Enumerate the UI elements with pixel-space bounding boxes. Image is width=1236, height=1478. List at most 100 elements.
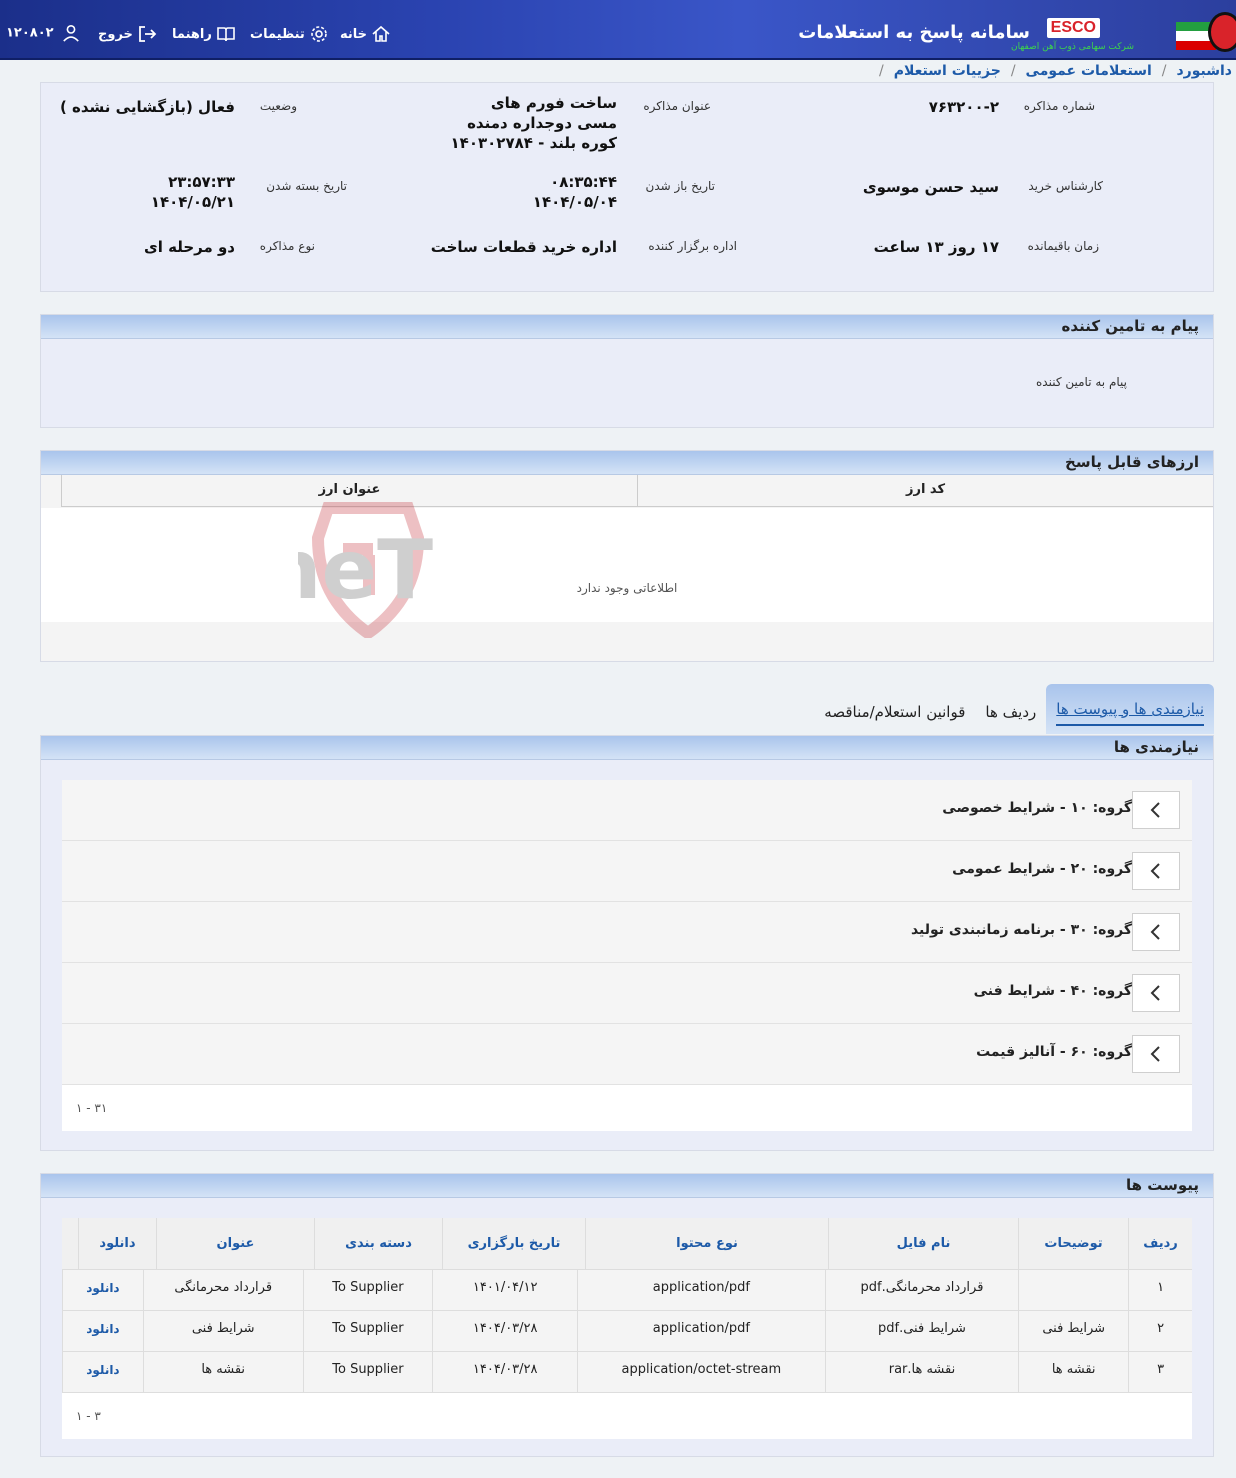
home-icon	[372, 25, 390, 42]
logout-icon	[139, 26, 157, 42]
group-row[interactable]: گروه: ۴۰ - شرایط فنی	[62, 963, 1192, 1024]
currency-title-header[interactable]: عنوان ارز	[61, 475, 637, 506]
close-date: ۱۴۰۴/۰۵/۲۱	[150, 193, 235, 211]
currencies-table-header: کد ارز عنوان ارز	[61, 475, 1213, 507]
attachments-pager: ۱ - ۳	[62, 1393, 1192, 1439]
settings-button[interactable]: تنظیمات	[250, 24, 329, 44]
group-title: گروه: ۲۰ - شرایط عمومی	[952, 861, 1132, 877]
col-download-header[interactable]: دانلود	[78, 1218, 156, 1269]
row-upload-date: ۱۴۰۴/۰۳/۲۸	[432, 1352, 577, 1392]
download-link[interactable]: دانلود	[61, 1270, 143, 1310]
breadcrumb: داشبورد / استعلامات عمومی / جزییات استعل…	[879, 60, 1232, 82]
user-menu[interactable]: ۱۲۰۸۰۲	[6, 24, 80, 42]
attachments-table-header: ردیف توضیحات نام فایل نوع محتوا تاریخ با…	[62, 1218, 1192, 1270]
company-emblem-icon	[1208, 12, 1236, 52]
col-filename-header[interactable]: نام فایل	[828, 1218, 1018, 1269]
row-filename: قرارداد محرمانگی.pdf	[824, 1270, 1019, 1310]
chevron-left-icon	[1150, 863, 1160, 879]
negotiation-title: ساخت فورم های مسی دوجداره دمنده کوره بلن…	[450, 94, 617, 152]
group-title: گروه: ۶۰ - آنالیز قیمت	[976, 1044, 1132, 1060]
table-row: ۳ نقشه ها نقشه ها.rar application/octet-…	[61, 1352, 1192, 1393]
status-label: وضعیت	[259, 99, 297, 113]
group-row[interactable]: گروه: ۲۰ - شرایط عمومی	[62, 841, 1192, 902]
currency-code-header[interactable]: کد ارز	[637, 475, 1213, 506]
download-link[interactable]: دانلود	[61, 1352, 143, 1392]
col-content-type-header[interactable]: نوع محتوا	[585, 1218, 828, 1269]
gear-icon	[311, 26, 327, 42]
logout-label: خروج	[98, 26, 133, 42]
tab-label: نیازمندی ها و پیوست ها	[1056, 700, 1204, 726]
row-number: ۳	[1128, 1352, 1192, 1392]
col-row-header[interactable]: ردیف	[1128, 1218, 1192, 1269]
home-button[interactable]: خانه	[340, 24, 391, 44]
row-number: ۲	[1128, 1311, 1192, 1351]
negotiation-number-label: شماره مذاکره	[1023, 99, 1095, 113]
row-category: To Supplier	[302, 1352, 433, 1392]
row-number: ۱	[1128, 1270, 1192, 1310]
row-upload-date: ۱۴۰۴/۰۳/۲۸	[432, 1311, 577, 1351]
chevron-left-icon	[1150, 1046, 1160, 1062]
breadcrumb-separator: /	[1161, 63, 1167, 79]
system-title: سامانه پاسخ به استعلامات	[798, 22, 1030, 43]
organizer-label: اداره برگزار کننده	[648, 239, 737, 253]
tab-label: قوانین استعلام/مناقصه	[824, 703, 966, 721]
expand-button[interactable]	[1132, 913, 1180, 951]
row-category: To Supplier	[302, 1270, 433, 1310]
breadcrumb-dashboard[interactable]: داشبورد	[1177, 63, 1233, 79]
expand-button[interactable]	[1132, 974, 1180, 1012]
negotiation-type: دو مرحله ای	[143, 238, 235, 256]
breadcrumb-inquiry-details[interactable]: جزییات استعلام	[894, 63, 1001, 79]
attachments-table: ردیف توضیحات نام فایل نوع محتوا تاریخ با…	[61, 1218, 1192, 1439]
expand-button[interactable]	[1132, 852, 1180, 890]
top-bar: ۱۲۰۸۰۲ خروج راهنما تنظیمات خانه سامانه پ…	[0, 0, 1236, 60]
row-filename: نقشه ها.rar	[824, 1352, 1019, 1392]
group-title: گروه: ۳۰ - برنامه زمانبندی تولید	[910, 922, 1132, 938]
tab-rules[interactable]: قوانین استعلام/مناقصه	[814, 690, 975, 734]
tab-rows[interactable]: ردیف ها	[975, 690, 1046, 734]
logout-button[interactable]: خروج	[98, 24, 157, 44]
col-description-header[interactable]: توضیحات	[1018, 1218, 1128, 1269]
remaining-time-label: زمان باقیمانده	[1027, 239, 1099, 253]
guide-button[interactable]: راهنما	[172, 24, 236, 44]
buyer-name: سید حسن موسوی	[862, 178, 999, 196]
group-title: گروه: ۱۰ - شرایط خصوصی	[942, 800, 1132, 816]
breadcrumb-separator: /	[879, 63, 884, 79]
supplier-message-title: پیام به تامین کننده	[41, 315, 1213, 339]
currencies-title: ارزهای قابل پاسخ	[41, 451, 1213, 475]
row-filename: شرایط فنی.pdf	[824, 1311, 1019, 1351]
group-row[interactable]: گروه: ۱۰ - شرایط خصوصی	[62, 780, 1192, 841]
requirements-group-list: گروه: ۱۰ - شرایط خصوصی گروه: ۲۰ - شرایط …	[62, 780, 1192, 1131]
tab-bar: نیازمندی ها و پیوست ها ردیف ها قوانین اس…	[814, 684, 1214, 734]
table-row: ۱ قرارداد محرمانگی.pdf application/pdf ۱…	[61, 1270, 1192, 1311]
group-row[interactable]: گروه: ۳۰ - برنامه زمانبندی تولید	[62, 902, 1192, 963]
user-id-text: ۱۲۰۸۰۲	[6, 25, 54, 41]
negotiation-type-label: نوع مذاکره	[259, 239, 315, 253]
download-link[interactable]: دانلود	[61, 1311, 143, 1351]
col-upload-date-header[interactable]: تاریخ بارگزاری	[442, 1218, 585, 1269]
guide-label: راهنما	[172, 26, 212, 42]
tab-requirements-attachments[interactable]: نیازمندی ها و پیوست ها	[1046, 684, 1214, 734]
home-label: خانه	[340, 26, 368, 42]
row-title: نقشه ها	[142, 1352, 303, 1392]
buyer-label: کارشناس خرید	[1028, 179, 1103, 193]
requirements-panel: نیازمندی ها گروه: ۱۰ - شرایط خصوصی گروه:…	[40, 735, 1214, 1151]
col-title-header[interactable]: عنوان	[156, 1218, 314, 1269]
tab-label: ردیف ها	[985, 703, 1037, 721]
expand-button[interactable]	[1132, 791, 1180, 829]
row-title: شرایط فنی	[142, 1311, 303, 1351]
row-content-type: application/octet-stream	[577, 1352, 825, 1392]
currencies-table-body	[41, 508, 1213, 622]
row-upload-date: ۱۴۰۱/۰۴/۱۲	[432, 1270, 577, 1310]
no-data-message: اطلاعاتی وجود ندارد	[576, 581, 678, 595]
requirements-title: نیازمندی ها	[41, 736, 1213, 760]
chevron-left-icon	[1150, 985, 1160, 1001]
chevron-left-icon	[1150, 924, 1160, 940]
col-category-header[interactable]: دسته بندی	[314, 1218, 442, 1269]
row-category: To Supplier	[302, 1311, 433, 1351]
row-title: قرارداد محرمانگی	[142, 1270, 303, 1310]
organizer-value: اداره خرید قطعات ساخت	[430, 238, 617, 256]
expand-button[interactable]	[1132, 1035, 1180, 1073]
group-row[interactable]: گروه: ۶۰ - آنالیز قیمت	[62, 1024, 1192, 1085]
table-row: ۲ شرایط فنی شرایط فنی.pdf application/pd…	[61, 1311, 1192, 1352]
breadcrumb-public-inquiries[interactable]: استعلامات عمومی	[1026, 63, 1152, 79]
